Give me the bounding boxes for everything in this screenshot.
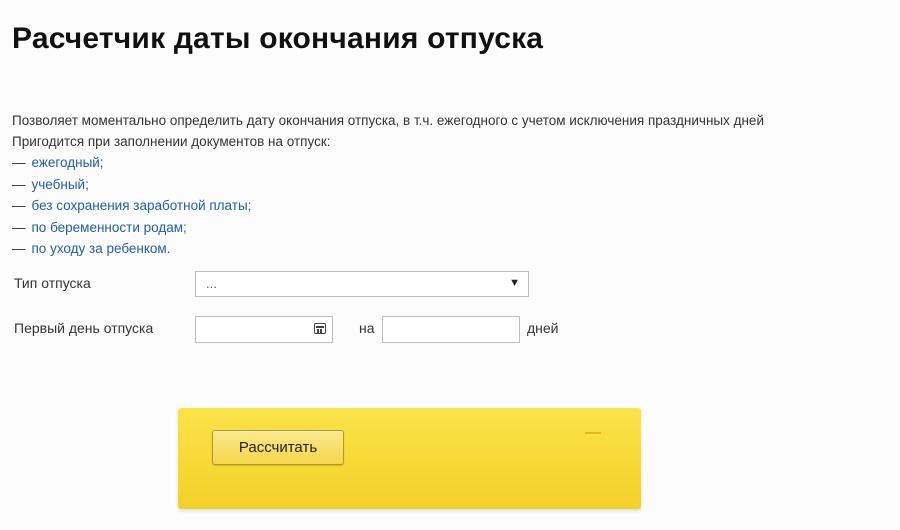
intro-line-1: Позволяет моментально определить дату ок… (12, 113, 764, 128)
list-item: — по уходу за ребенком. (12, 238, 764, 260)
list-item: — по беременности родам; (12, 217, 764, 239)
leave-type-link-study[interactable]: учебный; (32, 177, 89, 192)
list-item: — ежегодный; (12, 152, 764, 174)
calendar-icon[interactable] (314, 323, 326, 334)
first-day-date-input[interactable] (195, 316, 333, 343)
calculate-panel: Рассчитать (178, 408, 641, 509)
leave-types-list: — ежегодный; — учебный; — без сохранения за… (12, 152, 764, 260)
leave-type-link-unpaid[interactable]: без сохранения заработной платы; (32, 198, 252, 213)
leave-type-select[interactable]: ... ▼ (195, 271, 529, 297)
intro-line-2: Пригодится при заполнении документов на … (12, 134, 331, 149)
dash-marker: — (12, 198, 26, 213)
dash-marker: — (12, 219, 26, 235)
first-day-label: Первый день отпуска (14, 320, 154, 336)
list-item: — без сохранения заработной платы; (12, 195, 764, 217)
days-count-input[interactable] (382, 316, 520, 343)
dash-marker: — (12, 155, 26, 170)
leave-type-link-childcare[interactable]: по уходу за ребенком. (32, 241, 171, 256)
for-label: на (359, 320, 375, 336)
days-label: дней (527, 320, 559, 336)
dash-marker: — (12, 176, 26, 192)
panel-dash-decoration (585, 432, 601, 434)
leave-type-link-maternity[interactable]: по беременности родам; (32, 220, 187, 235)
list-item: — учебный; (12, 174, 764, 196)
calculate-button[interactable]: Рассчитать (212, 430, 344, 465)
calculator-page: Расчетчик даты окончания отпуска Позволя… (0, 0, 900, 530)
page-title: Расчетчик даты окончания отпуска (12, 22, 544, 55)
dash-marker: — (12, 241, 26, 256)
intro-block: Позволяет моментально определить дату ок… (12, 110, 764, 260)
leave-type-selected-value: ... (206, 276, 217, 291)
leave-type-label: Тип отпуска (14, 275, 91, 291)
dropdown-arrow-icon: ▼ (509, 277, 520, 289)
leave-type-link-annual[interactable]: ежегодный; (32, 155, 104, 170)
